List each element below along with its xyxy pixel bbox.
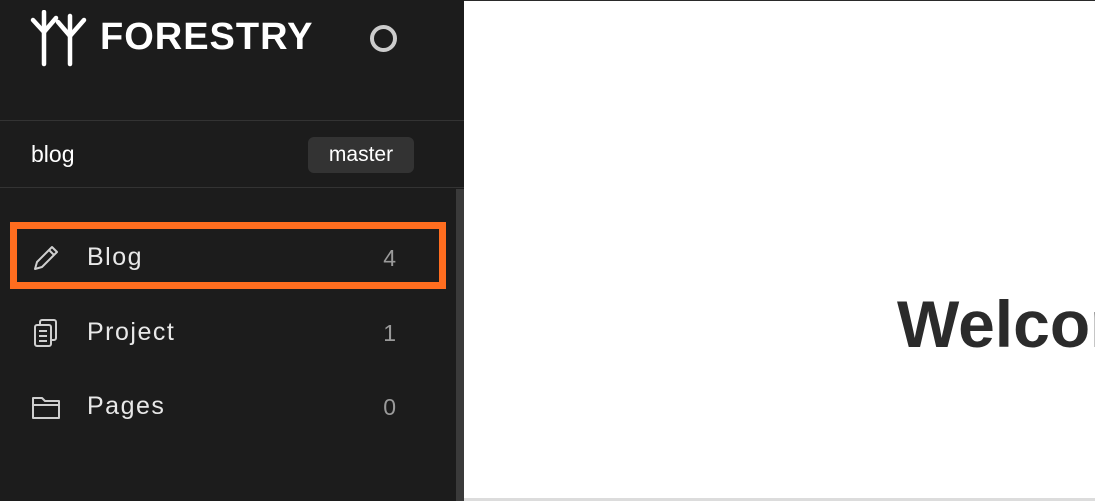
welcome-heading: Welcor bbox=[897, 287, 1095, 361]
sidebar-item-count: 1 bbox=[383, 320, 396, 346]
sidebar-item-blog[interactable]: Blog 4 bbox=[0, 222, 456, 294]
sidebar: FORESTRY blog master Blog 4 Project 1 Pa… bbox=[0, 0, 464, 501]
documents-icon bbox=[34, 319, 57, 347]
sidebar-item-count: 4 bbox=[383, 245, 396, 271]
brand-name: FORESTRY bbox=[100, 16, 314, 58]
sidebar-item-label: Project bbox=[87, 318, 176, 346]
brand-header: FORESTRY bbox=[0, 0, 464, 121]
repo-row: blog master bbox=[0, 121, 464, 188]
sidebar-item-label: Blog bbox=[87, 243, 144, 271]
sidebar-scrollbar[interactable] bbox=[456, 189, 464, 501]
repo-name: blog bbox=[31, 141, 75, 167]
circle-outline-icon[interactable] bbox=[369, 24, 398, 53]
forestry-logo-icon bbox=[30, 10, 87, 67]
folder-icon bbox=[32, 397, 60, 419]
app-window: FORESTRY blog master Blog 4 Project 1 Pa… bbox=[0, 0, 1095, 501]
main-content: Welcor bbox=[464, 0, 1095, 501]
sidebar-nav: Blog 4 Project 1 Pages 0 bbox=[0, 189, 456, 501]
sidebar-item-count: 0 bbox=[383, 394, 396, 420]
sidebar-item-label: Pages bbox=[87, 392, 166, 420]
sidebar-item-project[interactable]: Project 1 bbox=[0, 297, 456, 369]
pencil-icon bbox=[34, 246, 58, 270]
branch-badge[interactable]: master bbox=[308, 137, 414, 173]
sidebar-item-pages[interactable]: Pages 0 bbox=[0, 371, 456, 443]
